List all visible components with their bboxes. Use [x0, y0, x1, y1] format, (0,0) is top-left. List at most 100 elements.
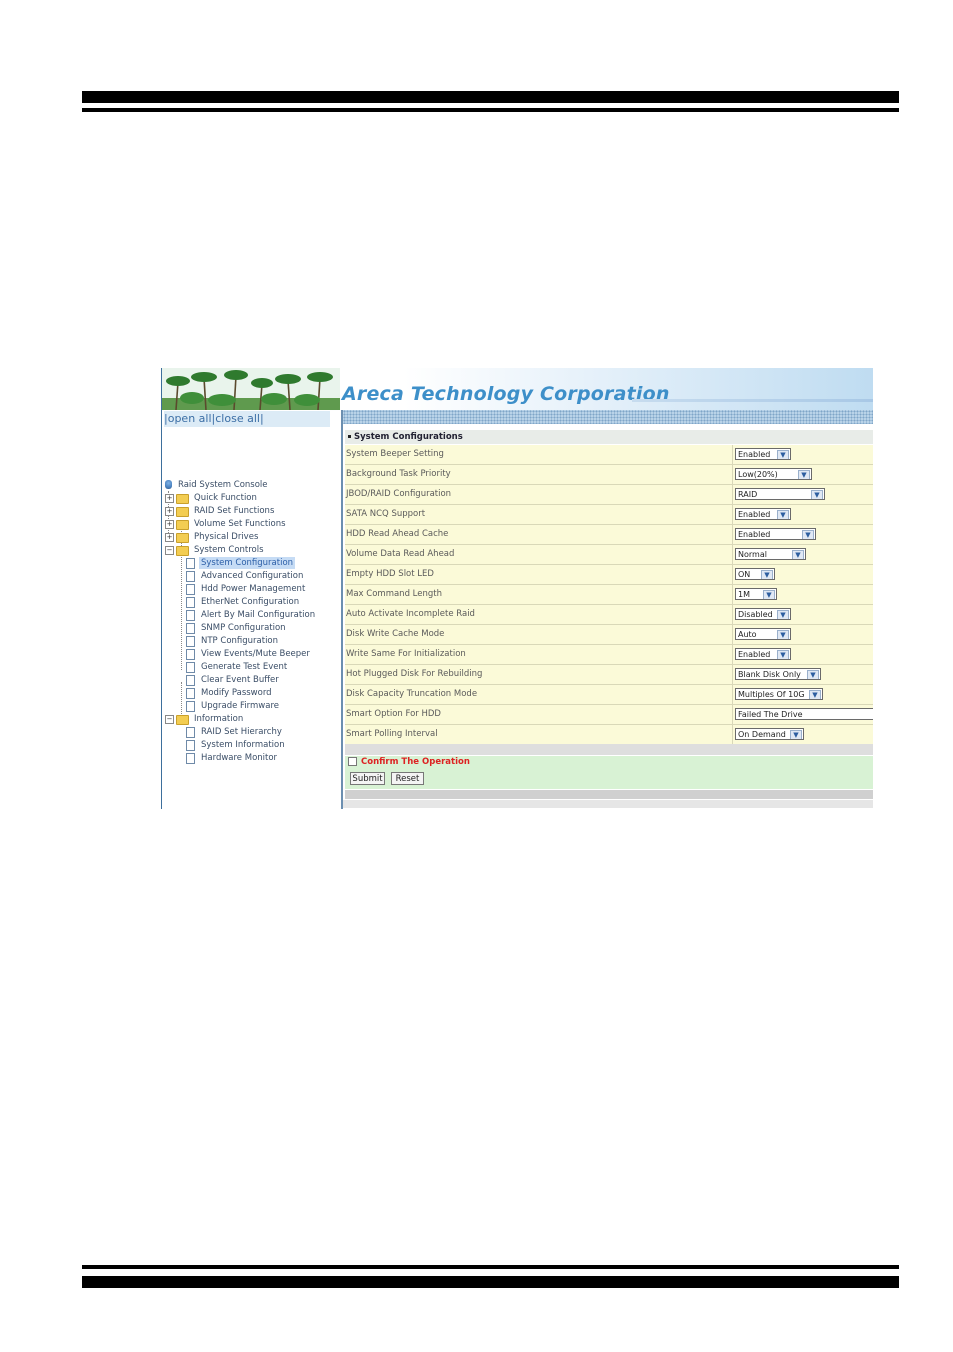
- tree-item-quick-function[interactable]: + Quick Function: [165, 492, 259, 504]
- volume-read-ahead-select[interactable]: Normal ▼: [735, 548, 806, 560]
- page-icon: [186, 753, 195, 764]
- tree-item-upgrade-firmware[interactable]: Upgrade Firmware: [186, 700, 281, 712]
- config-label: Volume Data Read Ahead: [346, 545, 733, 564]
- config-label: Hot Plugged Disk For Rebuilding: [346, 665, 733, 684]
- expand-icon[interactable]: +: [165, 494, 174, 503]
- dotted-header-strip: [343, 410, 873, 424]
- write-same-select[interactable]: Enabled ▼: [735, 648, 791, 660]
- tree-item-modify-password[interactable]: Modify Password: [186, 687, 274, 699]
- folder-icon: [176, 533, 189, 543]
- folder-icon: [176, 494, 189, 504]
- tree-item-hdd-power-management[interactable]: Hdd Power Management: [186, 583, 307, 595]
- reset-button[interactable]: Reset: [391, 772, 424, 785]
- tree-item-physical-drives[interactable]: + Physical Drives: [165, 531, 260, 543]
- navigation-frame: |open all|close all| Raid System Console…: [162, 410, 343, 809]
- sata-ncq-select[interactable]: Enabled ▼: [735, 508, 791, 520]
- chevron-down-icon: ▼: [798, 470, 810, 479]
- chevron-down-icon: ▼: [802, 530, 814, 539]
- auto-activate-select[interactable]: Disabled ▼: [735, 608, 791, 620]
- page-icon: [186, 662, 195, 673]
- config-row-smart-option: Smart Option For HDD Failed The Drive: [345, 705, 873, 725]
- tree-item-advanced-configuration[interactable]: Advanced Configuration: [186, 570, 305, 582]
- tree-item-ntp-configuration[interactable]: NTP Configuration: [186, 635, 280, 647]
- config-row-max-command-length: Max Command Length 1M ▼: [345, 585, 873, 605]
- collapse-icon[interactable]: −: [165, 546, 174, 555]
- folder-icon: [176, 520, 189, 530]
- config-row-volume-read-ahead: Volume Data Read Ahead Normal ▼: [345, 545, 873, 565]
- page-icon: [186, 649, 195, 660]
- page-rule-bottom-thin: [82, 1265, 899, 1269]
- separator: |: [259, 412, 264, 425]
- background-task-priority-select[interactable]: Low(20%) ▼: [735, 468, 812, 480]
- page-icon: [186, 701, 195, 712]
- content-frame: System Configurations System Beeper Sett…: [343, 410, 873, 809]
- collapse-icon[interactable]: −: [165, 715, 174, 724]
- bullet-icon: [348, 434, 351, 438]
- open-folder-icon: [176, 546, 189, 556]
- system-beeper-select[interactable]: Enabled ▼: [735, 448, 791, 460]
- tree-item-hardware-monitor[interactable]: Hardware Monitor: [186, 752, 279, 764]
- open-folder-icon: [176, 715, 189, 725]
- config-label: Auto Activate Incomplete Raid: [346, 605, 733, 624]
- capacity-truncation-select[interactable]: Multiples Of 10G ▼: [735, 688, 823, 700]
- tree-item-generate-test-event[interactable]: Generate Test Event: [186, 661, 289, 673]
- chevron-down-icon: ▼: [792, 550, 804, 559]
- config-label: Smart Option For HDD: [346, 705, 733, 724]
- page-icon: [186, 623, 195, 634]
- tree-item-raid-set-hierarchy[interactable]: RAID Set Hierarchy: [186, 726, 284, 738]
- tree-item-system-configuration[interactable]: System Configuration: [186, 557, 296, 569]
- tree-item-system-information[interactable]: System Information: [186, 739, 287, 751]
- config-row-jbod-raid: JBOD/RAID Configuration RAID ▼: [345, 485, 873, 505]
- smart-option-select[interactable]: Failed The Drive: [735, 708, 873, 720]
- hot-plugged-select[interactable]: Blank Disk Only ▼: [735, 668, 821, 680]
- max-command-length-select[interactable]: 1M ▼: [735, 588, 777, 600]
- hdd-read-ahead-select[interactable]: Enabled ▼: [735, 528, 816, 540]
- tree-item-snmp-configuration[interactable]: SNMP Configuration: [186, 622, 288, 634]
- chevron-down-icon: ▼: [790, 730, 802, 739]
- chevron-down-icon: ▼: [777, 610, 789, 619]
- empty-slot-led-select[interactable]: ON ▼: [735, 568, 775, 580]
- confirm-row: Confirm The Operation: [345, 756, 873, 769]
- page-icon: [186, 558, 195, 569]
- separator-bar: [345, 744, 873, 755]
- config-label: JBOD/RAID Configuration: [346, 485, 733, 504]
- submit-button[interactable]: Submit: [350, 772, 385, 785]
- tree-item-alert-by-mail[interactable]: Alert By Mail Configuration: [186, 609, 317, 621]
- close-all-link[interactable]: close all: [215, 412, 260, 425]
- config-row-write-same: Write Same For Initialization Enabled ▼: [345, 645, 873, 665]
- config-row-auto-activate: Auto Activate Incomplete Raid Disabled ▼: [345, 605, 873, 625]
- tree-item-volume-set-functions[interactable]: + Volume Set Functions: [165, 518, 288, 530]
- config-label: Write Same For Initialization: [346, 645, 733, 664]
- tree-item-system-controls[interactable]: − System Controls: [165, 544, 266, 556]
- tree-root[interactable]: Raid System Console: [165, 479, 270, 491]
- expand-icon[interactable]: +: [165, 520, 174, 529]
- tree-item-information[interactable]: − Information: [165, 713, 245, 725]
- expand-icon[interactable]: +: [165, 533, 174, 542]
- tree-item-clear-event-buffer[interactable]: Clear Event Buffer: [186, 674, 281, 686]
- tree-item-raid-set-functions[interactable]: + RAID Set Functions: [165, 505, 276, 517]
- page-icon: [186, 636, 195, 647]
- smart-polling-select[interactable]: On Demand ▼: [735, 728, 804, 740]
- config-row-capacity-truncation: Disk Capacity Truncation Mode Multiples O…: [345, 685, 873, 705]
- tree-item-view-events[interactable]: View Events/Mute Beeper: [186, 648, 312, 660]
- footer-bar: [345, 790, 873, 799]
- confirm-label: Confirm The Operation: [361, 757, 470, 767]
- page-icon: [186, 675, 195, 686]
- button-row: Submit Reset: [345, 769, 873, 789]
- expand-icon[interactable]: +: [165, 507, 174, 516]
- page-icon: [186, 571, 195, 582]
- footer-strip: [343, 800, 873, 808]
- disk-write-cache-select[interactable]: Auto ▼: [735, 628, 791, 640]
- chevron-down-icon: ▼: [811, 490, 823, 499]
- section-title: System Configurations: [354, 432, 463, 442]
- tree-item-ethernet-configuration[interactable]: EtherNet Configuration: [186, 596, 301, 608]
- chevron-down-icon: ▼: [763, 590, 775, 599]
- chevron-down-icon: ▼: [777, 510, 789, 519]
- config-row-hdd-read-ahead: HDD Read Ahead Cache Enabled ▼: [345, 525, 873, 545]
- confirm-checkbox[interactable]: [348, 757, 357, 766]
- page-icon: [186, 740, 195, 751]
- jbod-raid-select[interactable]: RAID ▼: [735, 488, 825, 500]
- open-all-link[interactable]: open all: [168, 412, 212, 425]
- console-icon: [165, 480, 172, 489]
- chevron-down-icon: ▼: [809, 690, 821, 699]
